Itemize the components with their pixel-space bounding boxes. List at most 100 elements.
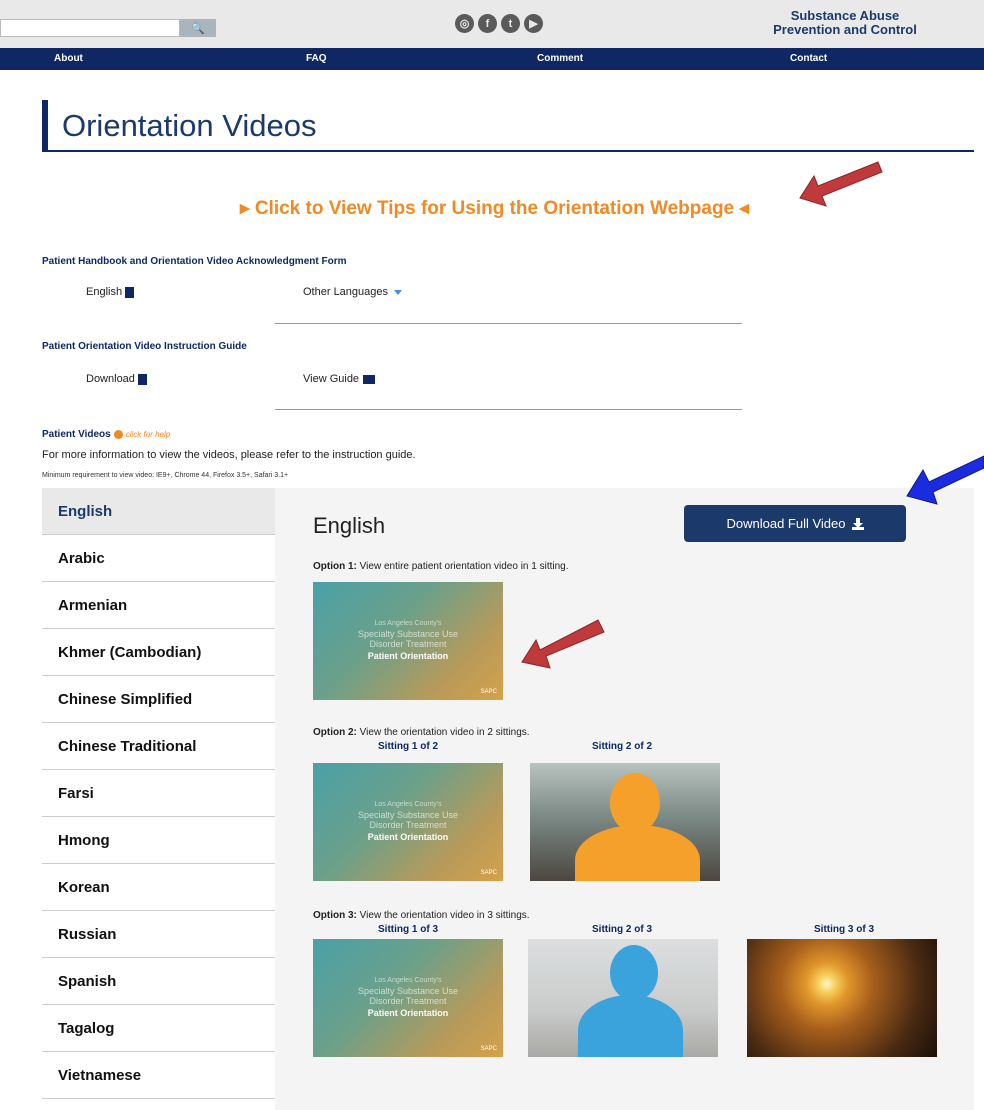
thumb-line-2: Specialty Substance Use Disorder Treatmen…: [313, 810, 503, 830]
language-tab-arabic[interactable]: Arabic: [42, 535, 275, 582]
nav-comment[interactable]: Comment: [537, 53, 583, 64]
annotation-arrow-blue: [906, 455, 984, 505]
min-requirements-text: Minimum requirement to view video: IE9+,…: [42, 472, 289, 479]
language-tab-hmong[interactable]: Hmong: [42, 817, 275, 864]
video-thumb-sitting-2-of-3[interactable]: [528, 939, 718, 1057]
other-languages-label: Other Languages: [303, 286, 389, 298]
option-2-label: Option 2: View the orientation video in …: [313, 727, 530, 738]
thumb-line-3: Patient Orientation: [367, 651, 449, 661]
title-accent-bar: [42, 100, 48, 152]
view-guide-label: View Guide: [303, 373, 360, 385]
instagram-icon[interactable]: ◎: [455, 14, 474, 33]
language-tab-spanish[interactable]: Spanish: [42, 958, 275, 1005]
option-2-bold: Option 2:: [313, 727, 357, 738]
info-icon[interactable]: [113, 429, 123, 439]
download-label: Download Full Video: [726, 516, 846, 531]
pdf-icon: [137, 373, 147, 385]
download-full-video-button[interactable]: Download Full Video: [684, 505, 906, 542]
thumb-logo: SAPC: [480, 689, 497, 695]
nav-about[interactable]: About: [54, 53, 83, 64]
brand-line-1: Substance Abuse: [790, 8, 900, 23]
option-2-text: View the orientation video in 2 sittings…: [356, 727, 530, 738]
divider: [275, 409, 742, 410]
option-1-bold: Option 1:: [313, 561, 357, 572]
facebook-icon[interactable]: f: [478, 14, 497, 33]
option-1-label: Option 1: View entire patient orientatio…: [313, 561, 569, 572]
guide-download-label: Download: [86, 373, 135, 385]
social-links: ◎ f t ▶: [455, 14, 543, 33]
thumb-logo: SAPC: [480, 1046, 497, 1052]
main-nav: About FAQ Comment Contact: [0, 48, 984, 70]
handbook-heading: Patient Handbook and Orientation Video A…: [42, 256, 347, 267]
thumb-line-2b: Disorder Treatment: [369, 996, 447, 1006]
book-icon: [362, 374, 376, 384]
divider: [275, 323, 742, 324]
patient-videos-heading: Patient Videos click for help: [42, 429, 170, 440]
video-thumb-sitting-1-of-2[interactable]: Los Angeles County's Specialty Substance…: [313, 763, 503, 881]
search-button[interactable]: 🔍: [180, 19, 216, 37]
language-tab-korean[interactable]: Korean: [42, 864, 275, 911]
guide-heading: Patient Orientation Video Instruction Gu…: [42, 341, 247, 352]
sitting-1-of-3-label: Sitting 1 of 3: [378, 924, 438, 935]
thumb-line-2b: Disorder Treatment: [369, 820, 447, 830]
language-tab-chinese-traditional[interactable]: Chinese Traditional: [42, 723, 275, 770]
video-thumb-sitting-1-of-3[interactable]: Los Angeles County's Specialty Substance…: [313, 939, 503, 1057]
download-icon: [851, 517, 864, 530]
brand-title[interactable]: Substance Abuse Prevention and Control: [730, 9, 960, 37]
annotation-arrow-red-2: [521, 619, 605, 669]
language-tab-russian[interactable]: Russian: [42, 911, 275, 958]
top-header: 🔍 ◎ f t ▶ Substance Abuse Prevention and…: [0, 0, 984, 48]
guide-download-link[interactable]: Download: [86, 373, 147, 385]
nav-contact[interactable]: Contact: [790, 53, 827, 64]
search-input[interactable]: [0, 19, 180, 37]
videos-info-text: For more information to view the videos,…: [42, 449, 416, 461]
thumb-line-2: Specialty Substance Use Disorder Treatmen…: [313, 629, 503, 649]
language-tab-khmer[interactable]: Khmer (Cambodian): [42, 629, 275, 676]
patient-videos-label: Patient Videos: [42, 429, 111, 440]
handbook-english-label: English: [86, 286, 123, 298]
other-languages-dropdown[interactable]: Other Languages: [303, 286, 403, 298]
search-icon: 🔍: [191, 22, 205, 35]
thumb-line-3: Patient Orientation: [367, 832, 449, 842]
pdf-icon: [125, 286, 135, 298]
thumb-logo: SAPC: [480, 870, 497, 876]
youtube-icon[interactable]: ▶: [524, 14, 543, 33]
nav-faq[interactable]: FAQ: [306, 53, 327, 64]
option-1-text: View entire patient orientation video in…: [356, 561, 569, 572]
tips-link[interactable]: ▸ Click to View Tips for Using the Orien…: [240, 197, 749, 220]
language-tab-tagalog[interactable]: Tagalog: [42, 1005, 275, 1052]
thumb-line-1: Los Angeles County's: [374, 977, 442, 984]
video-thumb-sitting-2-of-2[interactable]: [530, 763, 720, 881]
handbook-english-link[interactable]: English: [86, 286, 135, 298]
view-guide-link[interactable]: View Guide: [303, 373, 376, 385]
thumb-line-2b: Disorder Treatment: [369, 639, 447, 649]
help-link[interactable]: click for help: [126, 430, 170, 439]
thumb-line-3: Patient Orientation: [367, 1008, 449, 1018]
option-3-bold: Option 3:: [313, 910, 357, 921]
thumb-line-1: Los Angeles County's: [374, 620, 442, 627]
twitter-icon[interactable]: t: [501, 14, 520, 33]
page-title: Orientation Videos: [62, 108, 317, 143]
language-tab-chinese-simplified[interactable]: Chinese Simplified: [42, 676, 275, 723]
language-sidebar: English Arabic Armenian Khmer (Cambodian…: [42, 488, 275, 1099]
video-thumb-full[interactable]: Los Angeles County's Specialty Substance…: [313, 582, 503, 700]
thumb-line-2a: Specialty Substance Use: [357, 810, 459, 820]
language-tab-vietnamese[interactable]: Vietnamese: [42, 1052, 275, 1099]
language-tab-english[interactable]: English: [42, 488, 275, 535]
brand-line-2: Prevention and Control: [773, 22, 917, 37]
option-3-label: Option 3: View the orientation video in …: [313, 910, 530, 921]
sitting-2-of-3-label: Sitting 2 of 3: [592, 924, 652, 935]
language-tab-farsi[interactable]: Farsi: [42, 770, 275, 817]
option-3-text: View the orientation video in 3 sittings…: [356, 910, 530, 921]
chevron-down-icon: [394, 289, 403, 295]
video-thumb-sitting-3-of-3[interactable]: [747, 939, 937, 1057]
language-tab-armenian[interactable]: Armenian: [42, 582, 275, 629]
panel-title: English: [313, 513, 386, 538]
sitting-3-of-3-label: Sitting 3 of 3: [814, 924, 874, 935]
annotation-arrow-red-1: [799, 161, 883, 207]
thumb-line-1: Los Angeles County's: [374, 801, 442, 808]
sitting-1-of-2-label: Sitting 1 of 2: [378, 741, 438, 752]
thumb-line-2a: Specialty Substance Use: [357, 629, 459, 639]
sitting-2-of-2-label: Sitting 2 of 2: [592, 741, 652, 752]
search-box: 🔍: [0, 19, 216, 37]
